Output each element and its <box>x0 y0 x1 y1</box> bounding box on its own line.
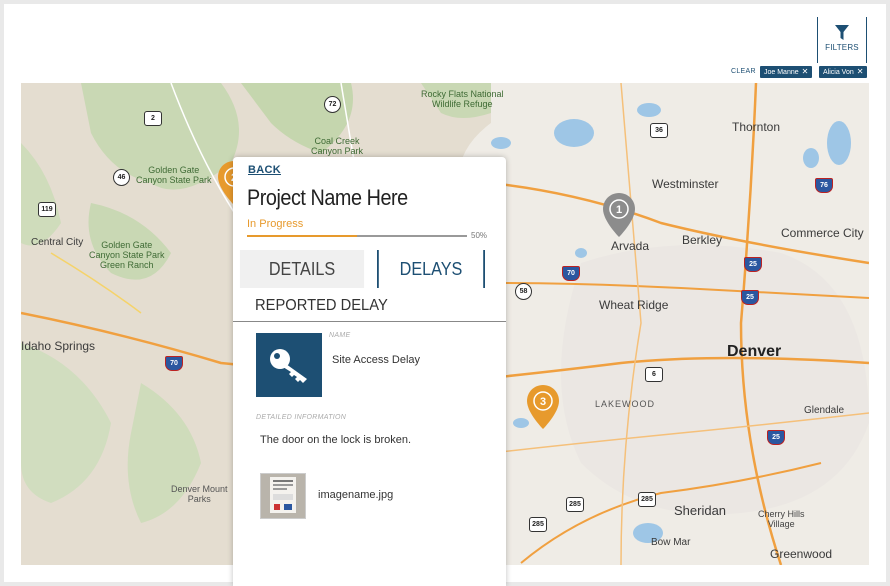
place-central-city: Central City <box>31 237 84 248</box>
place-lakewood: LAKEWOOD <box>595 399 656 409</box>
map-pin-icon: 3 <box>527 385 559 429</box>
image-thumbnail-icon <box>261 474 305 518</box>
place-golden-gate-green-ranch: Golden Gate Canyon State Park Green Ranc… <box>89 240 165 270</box>
filter-chip-alicia-von[interactable]: Alicia Von ✕ <box>819 66 868 78</box>
place-thornton: Thornton <box>732 120 781 134</box>
key-icon <box>270 349 307 383</box>
map-pin-number: 3 <box>540 396 546 408</box>
map-pin-number: 1 <box>616 204 622 216</box>
place-denver-mountain-parks: Denver Mount Parks <box>171 484 228 504</box>
route-shield: 36 <box>650 123 668 138</box>
route-shield: 25 <box>767 430 785 445</box>
place-cherry-hills-village: Cherry Hills Village <box>758 509 805 529</box>
filters-button-label: FILTERS <box>825 43 859 52</box>
tab-delays[interactable]: DELAYS <box>377 250 485 288</box>
progress-bar <box>247 235 467 237</box>
place-bow-mar: Bow Mar <box>651 537 691 548</box>
attachment-thumbnail[interactable] <box>260 473 306 519</box>
tab-details[interactable]: DETAILS <box>239 250 365 288</box>
route-shield: 25 <box>741 290 759 305</box>
map-pin-icon: 1 <box>603 193 635 237</box>
route-shield: 285 <box>566 497 584 512</box>
place-greenwood: Greenwood <box>770 547 833 561</box>
name-label: NAME <box>329 332 351 339</box>
filter-chip-label: Joe Manne <box>764 69 799 76</box>
detailed-info-value: The door on the lock is broken. <box>260 434 412 446</box>
place-commerce-city: Commerce City <box>781 226 864 240</box>
route-shield: 6 <box>645 367 663 382</box>
project-title: Project Name Here <box>247 185 408 210</box>
detailed-info-label: DETAILED INFORMATION <box>256 414 347 421</box>
filters-button[interactable]: FILTERS <box>817 17 867 63</box>
progress-bar-fill <box>247 235 357 237</box>
panel-tabs: DETAILS DELAYS <box>233 250 506 288</box>
route-shield: 2 <box>144 111 162 126</box>
route-shield: 46 <box>113 169 130 186</box>
place-idaho-springs: Idaho Springs <box>21 339 96 353</box>
delay-type-icon-tile <box>256 333 322 397</box>
place-westminster: Westminster <box>652 177 719 191</box>
delay-name: Site Access Delay <box>332 354 421 366</box>
route-shield: 119 <box>38 202 56 217</box>
place-rocky-flats: Rocky Flats National Wildlife Refuge <box>421 89 504 109</box>
section-title: REPORTED DELAY <box>255 297 388 314</box>
map-pin-1[interactable]: 1 <box>603 193 635 237</box>
project-status: In Progress <box>247 218 304 230</box>
attachment-filename[interactable]: imagename.jpg <box>318 489 393 501</box>
progress-percent: 50% <box>471 231 488 240</box>
place-denver: Denver <box>727 343 782 360</box>
route-shield: 70 <box>562 266 580 281</box>
filter-chip-joe-manne[interactable]: Joe Manne ✕ <box>760 66 813 78</box>
filter-icon <box>835 25 849 40</box>
place-wheat-ridge: Wheat Ridge <box>599 298 669 312</box>
section-divider <box>233 321 506 322</box>
place-glendale: Glendale <box>804 405 845 416</box>
close-icon[interactable]: ✕ <box>802 67 809 76</box>
route-shield: 76 <box>815 178 833 193</box>
map-pin-3[interactable]: 3 <box>527 385 559 429</box>
route-shield: 25 <box>744 257 762 272</box>
close-icon[interactable]: ✕ <box>857 67 864 76</box>
place-golden-gate: Golden Gate Canyon State Park <box>136 165 212 185</box>
place-sheridan: Sheridan <box>674 503 727 518</box>
route-shield: 70 <box>165 356 183 371</box>
route-shield: 285 <box>529 517 547 532</box>
project-detail-panel: BACK Project Name Here In Progress 50% D… <box>233 157 506 586</box>
filter-chip-label: Alicia Von <box>823 69 854 76</box>
route-shield: 285 <box>638 492 656 507</box>
place-berkley: Berkley <box>682 233 723 247</box>
back-link[interactable]: BACK <box>248 164 281 176</box>
route-shield: 58 <box>515 283 532 300</box>
place-arvada: Arvada <box>611 239 650 253</box>
place-coal-creek: Coal Creek Canyon Park <box>311 136 364 156</box>
route-shield: 72 <box>324 96 341 113</box>
clear-filters-link[interactable]: CLEAR <box>731 68 756 75</box>
